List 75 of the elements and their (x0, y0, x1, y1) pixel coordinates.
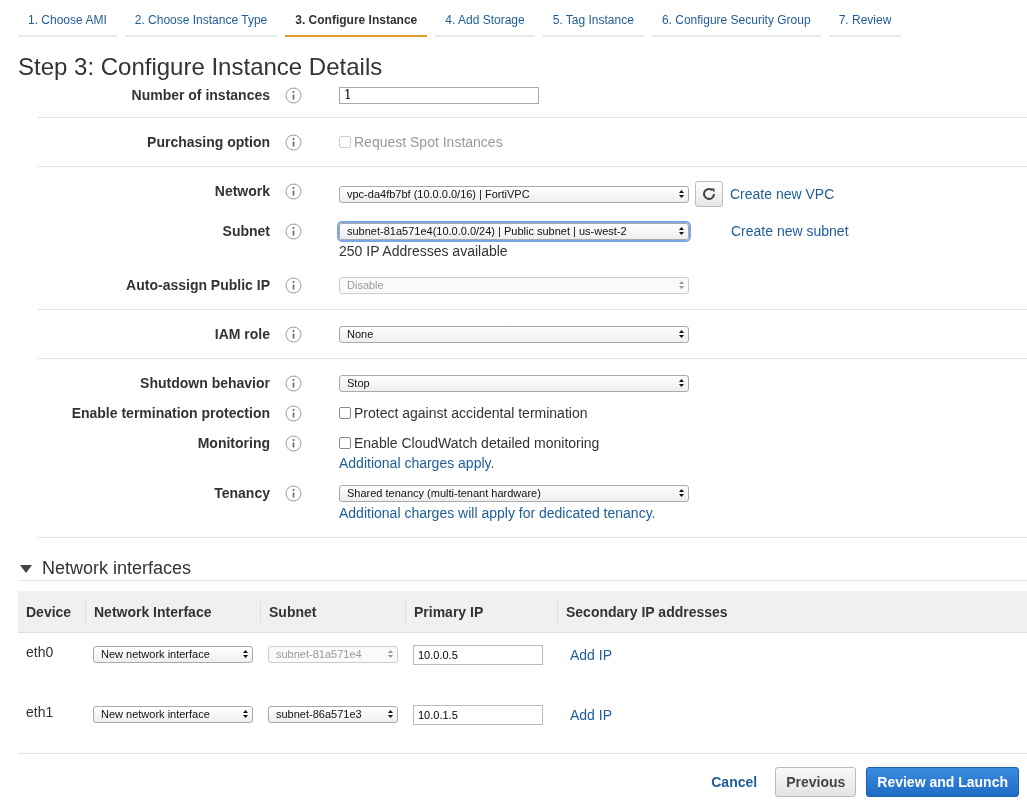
table-cell-text: eth0 (25, 643, 55, 660)
info-icon[interactable] (285, 375, 302, 392)
wizard-tab[interactable]: 4. Add Storage (435, 7, 535, 37)
caret-icon (679, 227, 684, 235)
wizard-tab[interactable]: 5. Tag Instance (542, 7, 644, 37)
checkbox-label: Enable CloudWatch detailed monitoring (354, 435, 600, 451)
caret-icon (679, 379, 684, 387)
field-label: Enable termination protection (70, 404, 270, 423)
checkbox[interactable] (339, 437, 351, 449)
info-icon[interactable] (285, 223, 302, 240)
caret-icon (243, 710, 248, 718)
caret-icon (243, 650, 248, 658)
create-link[interactable]: Create new subnet (731, 223, 849, 239)
field-label: Network (213, 182, 270, 201)
field-label: IAM role (213, 325, 270, 344)
select-dropdown[interactable]: Stop (339, 374, 689, 392)
review-and-launch-button[interactable]: Review and Launch (866, 767, 1019, 797)
select-dropdown[interactable]: None (339, 325, 689, 343)
info-icon[interactable] (285, 485, 302, 502)
caret-icon (679, 190, 684, 198)
info-icon[interactable] (285, 87, 302, 104)
availability-note: 250 IP Addresses available (339, 242, 509, 261)
wizard-tab[interactable]: 6. Configure Security Group (651, 7, 821, 37)
charges-link[interactable]: Additional charges will apply for dedicated tenancy. (339, 503, 689, 523)
checkbox[interactable] (339, 407, 351, 419)
number-input[interactable]: 1 (339, 86, 539, 104)
previous-button[interactable]: Previous (775, 767, 857, 797)
info-icon[interactable] (285, 405, 302, 422)
wizard-tab[interactable]: 3. Configure Instance (285, 7, 428, 37)
column-header: Secondary IP addresses (557, 601, 1027, 622)
info-icon[interactable] (285, 277, 302, 294)
refresh-icon (701, 186, 717, 202)
charges-link[interactable]: Additional charges apply. (339, 453, 600, 473)
select-dropdown[interactable]: New network interface (93, 645, 253, 663)
field-label: Number of instances (130, 86, 270, 105)
field-label: Tenancy (213, 484, 270, 503)
column-header: Subnet (260, 601, 405, 622)
section-title: Network interfaces (42, 558, 192, 579)
cancel-link[interactable]: Cancel (711, 774, 758, 790)
field-label: Subnet (221, 222, 270, 241)
field-label: Purchasing option (146, 133, 270, 152)
wizard-tab[interactable]: 2. Choose Instance Type (124, 7, 278, 37)
info-icon[interactable] (285, 183, 302, 200)
refresh-button[interactable] (695, 181, 723, 207)
info-icon[interactable] (285, 435, 302, 452)
wizard-tab[interactable]: 1. Choose AMI (18, 7, 117, 37)
info-icon[interactable] (285, 326, 302, 343)
ip-input[interactable]: 10.0.1.5 (413, 705, 543, 725)
info-icon[interactable] (285, 134, 302, 151)
field-label: Auto-assign Public IP (125, 276, 270, 295)
add-ip-link[interactable]: Add IP (570, 647, 613, 663)
select-dropdown[interactable]: subnet-86a571e3 (268, 705, 398, 723)
create-link[interactable]: Create new VPC (730, 186, 835, 202)
column-header: Primary IP (405, 601, 557, 622)
checkbox-label: Protect against accidental termination (354, 405, 588, 421)
caret-icon (679, 330, 684, 338)
select-dropdown[interactable]: subnet-81a571e4(10.0.0.0/24) | Public subnet | us-west-2 (339, 222, 689, 240)
field-label: Shutdown behavior (139, 374, 270, 393)
add-ip-link[interactable]: Add IP (570, 707, 613, 723)
select-dropdown[interactable]: New network interface (93, 705, 253, 723)
caret-icon (679, 489, 684, 497)
select-dropdown[interactable]: vpc-da4fb7bf (10.0.0.0/16) | FortiVPC (339, 185, 689, 203)
column-header: Network Interface (85, 601, 260, 622)
page-title: Step 3: Configure Instance Details (18, 53, 384, 81)
column-header: Device (25, 602, 73, 622)
table-cell-text: eth1 (25, 703, 55, 720)
select-dropdown[interactable]: Shared tenancy (multi-tenant hardware) (339, 484, 689, 502)
caret-icon (388, 650, 393, 658)
ip-input[interactable]: 10.0.0.5 (413, 645, 543, 665)
caret-icon (679, 281, 684, 289)
wizard-tab[interactable]: 7. Review (828, 7, 902, 37)
caret-icon (388, 710, 393, 718)
collapse-triangle-icon[interactable] (20, 564, 32, 573)
checkbox-label: Request Spot Instances (354, 134, 503, 150)
field-label: Monitoring (196, 434, 270, 453)
